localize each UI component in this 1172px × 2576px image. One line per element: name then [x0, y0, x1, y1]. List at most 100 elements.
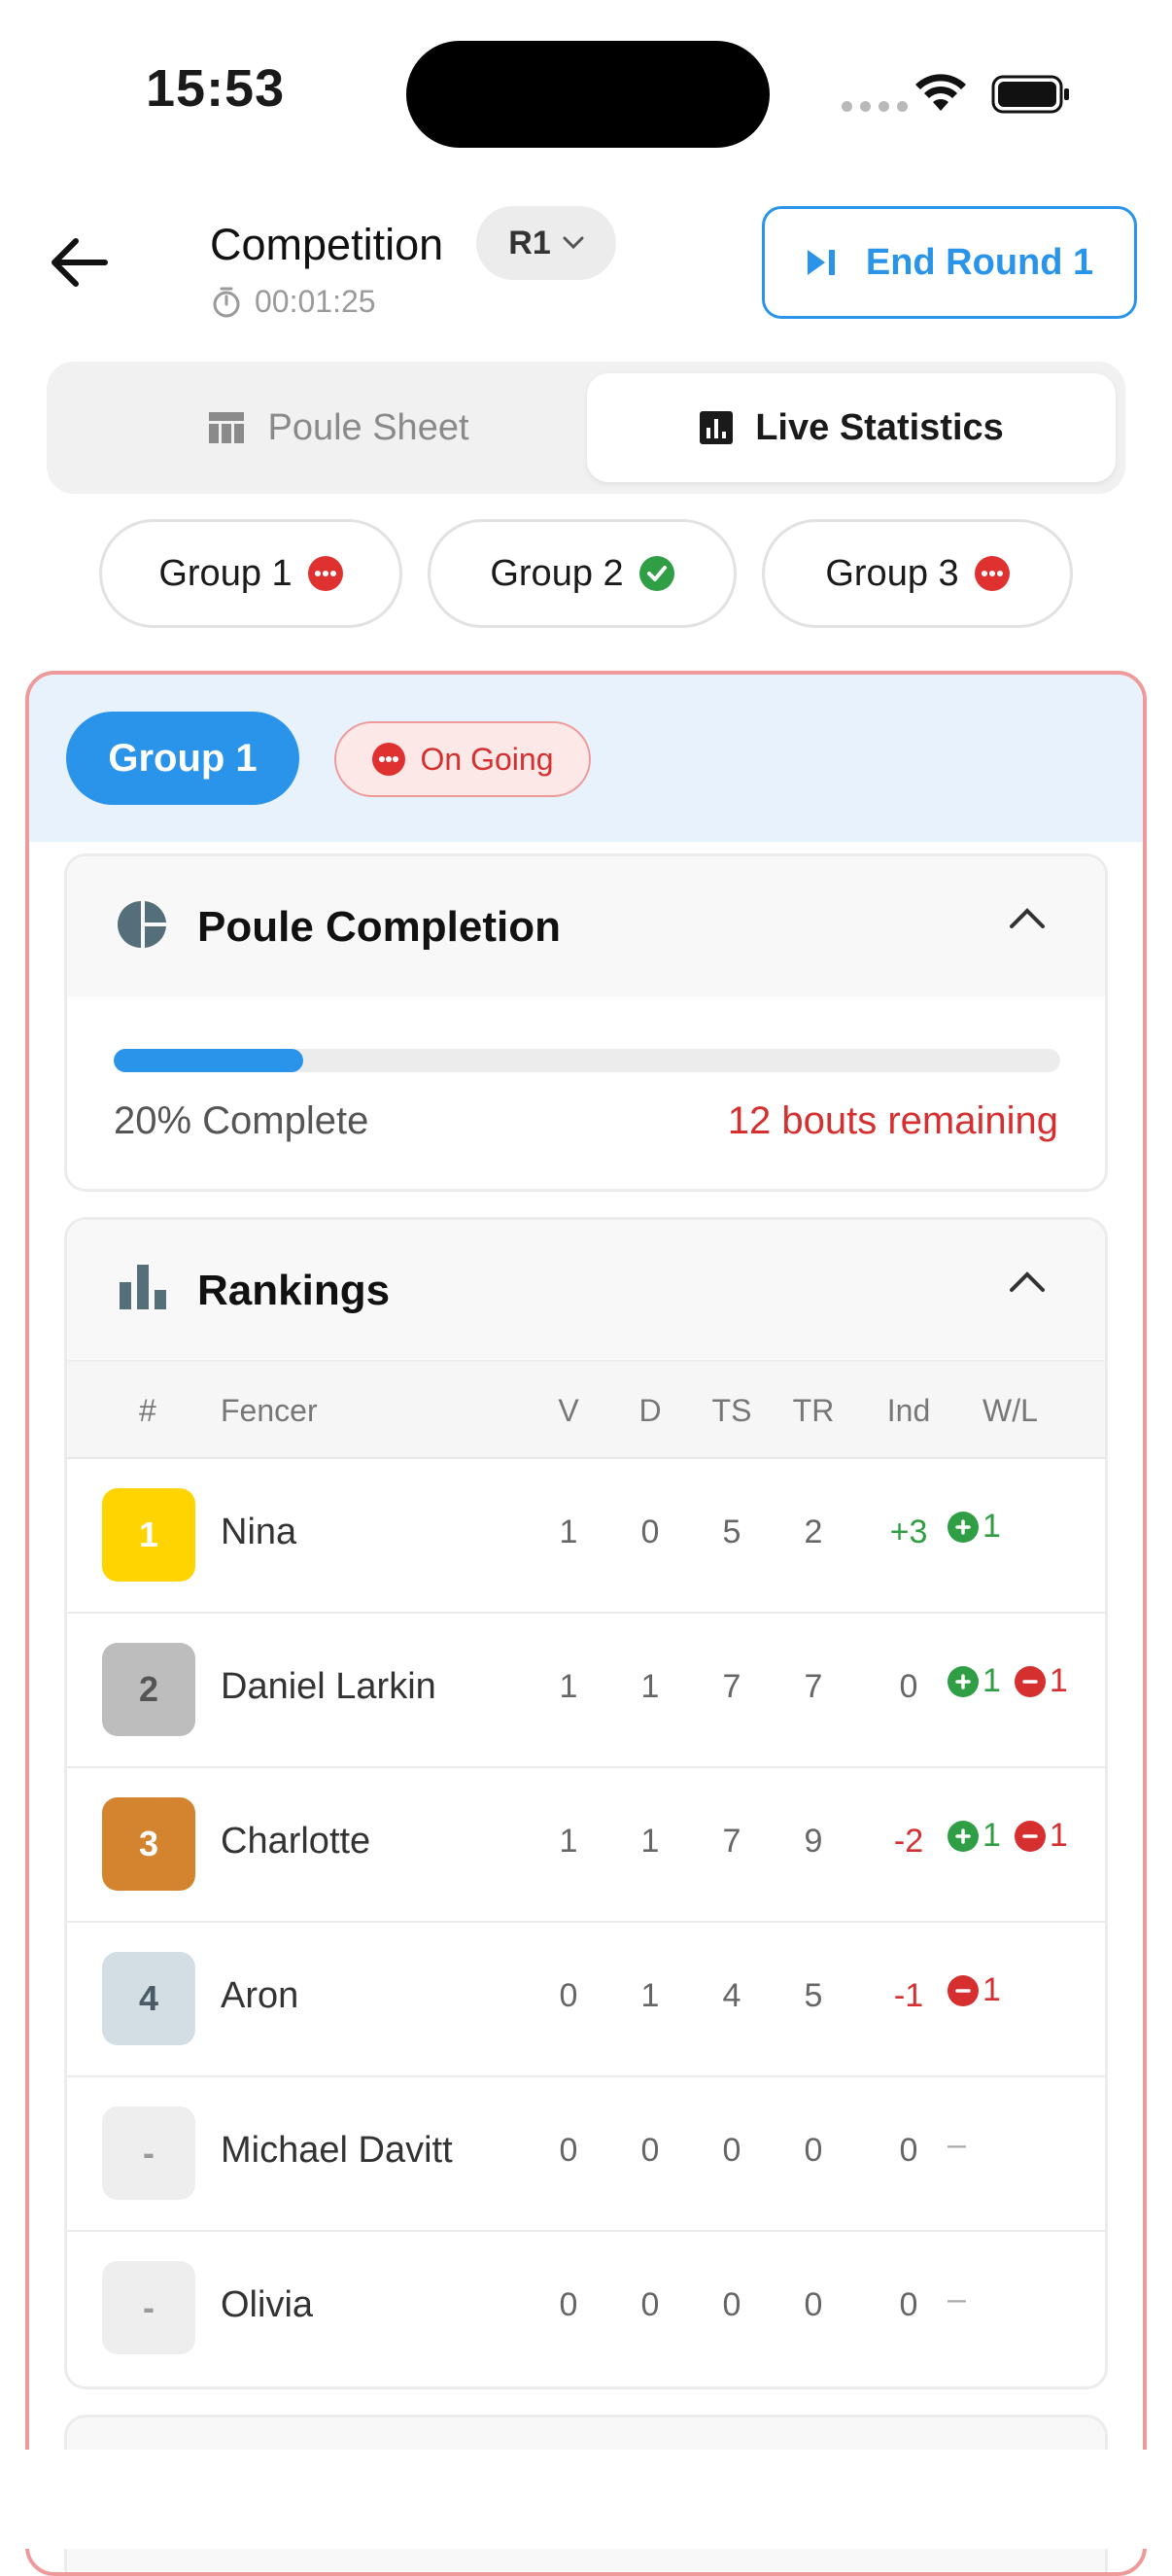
group-chip-2[interactable]: Group 2 [428, 519, 737, 628]
group-stats-card: Group 1 On Going Poule Completion 20% Co… [25, 671, 1147, 2576]
plus-circle-icon [948, 1820, 979, 1852]
victories: 1 [559, 1668, 578, 1705]
minus-circle-icon [948, 1974, 979, 2006]
more-dots-icon [371, 743, 405, 776]
touches-scored: 7 [722, 1668, 741, 1705]
indicator: 0 [899, 1668, 918, 1705]
indicator: -1 [893, 1977, 924, 2014]
victories: 1 [559, 1823, 578, 1860]
fencer-name: Michael Davitt [221, 2130, 453, 2171]
rank-badge: 3 [102, 1797, 195, 1891]
back-arrow-icon[interactable] [49, 235, 111, 290]
col-v: V [558, 1393, 579, 1428]
touches-received: 7 [804, 1668, 823, 1705]
victories: 1 [559, 1514, 578, 1550]
touches-received: 9 [804, 1823, 823, 1860]
group-chip-label: Group 1 [158, 552, 293, 594]
group-chip-1[interactable]: Group 1 [99, 519, 402, 628]
chevron-up-icon[interactable] [1008, 1271, 1047, 1294]
rank-badge: - [102, 2106, 195, 2200]
loss-count: 1 [1014, 1662, 1068, 1700]
table-row[interactable]: 3 Charlotte 1 1 7 9 -2 1 1 [67, 1766, 1105, 1923]
touches-scored: 0 [722, 2132, 741, 2169]
timer-icon [213, 287, 240, 317]
tab-poule-sheet-label: Poule Sheet [267, 406, 469, 448]
chevron-down-icon [563, 236, 584, 250]
defeats: 0 [640, 2132, 660, 2169]
group-chip-label: Group 3 [825, 552, 959, 594]
group-chip-3[interactable]: Group 3 [762, 519, 1073, 628]
rankings-panel: Rankings # Fencer V D TS TR Ind W/L 1 Nin… [64, 1217, 1108, 2389]
fencer-name: Olivia [221, 2284, 314, 2325]
completion-progress-fill [114, 1049, 303, 1072]
end-round-label: End Round 1 [865, 241, 1094, 283]
indicator: 0 [899, 2286, 918, 2323]
pie-chart-icon [118, 901, 166, 948]
win-loss: – [948, 2280, 966, 2318]
completion-percent: 20% Complete [114, 1099, 369, 1142]
dynamic-island [406, 41, 770, 148]
col-ind: Ind [886, 1393, 931, 1428]
win-count: 1 [948, 1508, 1001, 1546]
fencer-name: Charlotte [221, 1821, 371, 1862]
win-count: 1 [948, 1662, 1001, 1700]
table-row[interactable]: - Michael Davitt 0 0 0 0 0– [67, 2075, 1105, 2232]
rankings-table-header: # Fencer V D TS TR Ind W/L [67, 1360, 1105, 1459]
battery-icon [991, 75, 1069, 114]
defeats: 1 [640, 1823, 660, 1860]
signal-icon [842, 101, 908, 112]
win-loss: 11 [948, 1817, 1068, 1855]
touches-scored: 7 [722, 1823, 741, 1860]
completion-progress-bar [114, 1049, 1060, 1072]
indicator: 0 [899, 2132, 918, 2169]
skip-next-icon [807, 250, 835, 275]
touches-received: 0 [804, 2132, 823, 2169]
loss-count: 1 [948, 1971, 1001, 2009]
table-row[interactable]: 4 Aron 0 1 4 5 -1 1 [67, 1921, 1105, 2077]
table-icon [209, 412, 245, 443]
completion-title: Poule Completion [197, 903, 561, 951]
rankings-title: Rankings [197, 1267, 391, 1314]
touches-received: 2 [804, 1514, 823, 1550]
victories: 0 [559, 1977, 578, 2014]
losses-value: 1 [1049, 1662, 1068, 1699]
fencer-name: Daniel Larkin [221, 1666, 436, 1707]
victories: 0 [559, 2132, 578, 2169]
tab-live-statistics[interactable]: Live Statistics [587, 373, 1116, 482]
bouts-remaining: 12 bouts remaining [727, 1099, 1058, 1142]
poule-completion-panel: Poule Completion 20% Complete 12 bouts r… [64, 853, 1108, 1192]
end-round-button[interactable]: End Round 1 [762, 206, 1137, 319]
losses-value: 1 [982, 1971, 1001, 2008]
status-badge: On Going [334, 721, 591, 797]
wifi-icon [915, 74, 966, 111]
status-time: 15:53 [146, 59, 286, 118]
tab-live-statistics-label: Live Statistics [755, 406, 1004, 448]
rank-badge: 2 [102, 1643, 195, 1736]
group-chip-label: Group 2 [490, 552, 624, 594]
fencer-name: Aron [221, 1975, 299, 2016]
indicator: -2 [893, 1823, 924, 1860]
more-dots-icon [974, 556, 1010, 591]
touches-received: 0 [804, 2286, 823, 2323]
chevron-up-icon[interactable] [1008, 907, 1047, 930]
rank-badge: 1 [102, 1488, 195, 1582]
victories: 0 [559, 2286, 578, 2323]
wl-empty: – [948, 2280, 966, 2317]
table-row[interactable]: 2 Daniel Larkin 1 1 7 7 0 1 1 [67, 1612, 1105, 1768]
check-circle-icon [638, 556, 674, 591]
col-fencer: Fencer [221, 1393, 318, 1428]
page-title: Competition [210, 220, 444, 269]
tab-poule-sheet[interactable]: Poule Sheet [58, 373, 618, 482]
minus-circle-icon [1014, 1665, 1046, 1697]
round-selector[interactable]: R1 [476, 206, 616, 280]
col-wl: W/L [982, 1393, 1038, 1428]
plus-circle-icon [948, 1511, 979, 1543]
table-row[interactable]: - Olivia 0 0 0 0 0– [67, 2230, 1105, 2385]
minus-circle-icon [1014, 1820, 1046, 1852]
win-loss: – [948, 2126, 966, 2164]
table-row[interactable]: 1 Nina 1 0 5 2 +3 1 [67, 1457, 1105, 1614]
round-selector-label: R1 [508, 224, 551, 261]
losses-value: 1 [1049, 1817, 1068, 1854]
col-ts: TS [711, 1393, 752, 1428]
bar-chart-icon [120, 1265, 166, 1309]
